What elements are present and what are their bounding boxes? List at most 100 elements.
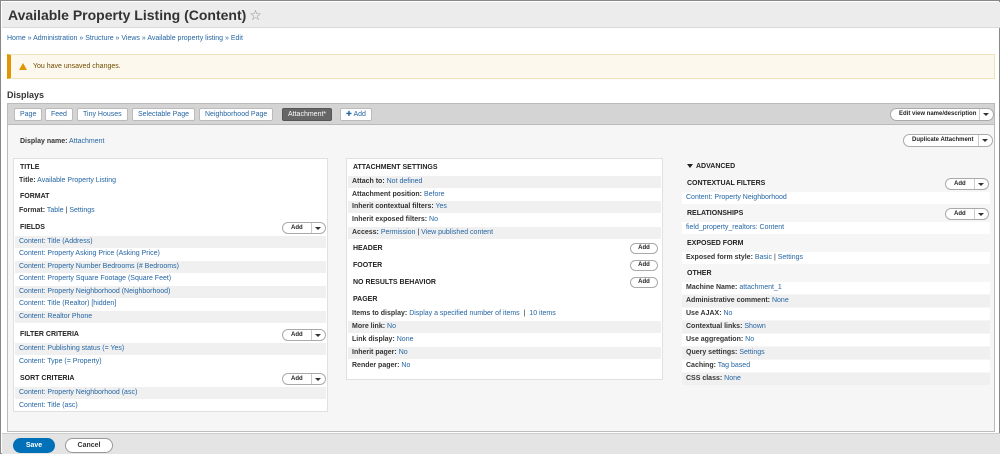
triangle-down-icon bbox=[687, 164, 693, 169]
footer-add-button[interactable]: Add bbox=[630, 260, 658, 271]
contextual-filters-heading: CONTEXTUAL FILTERS bbox=[687, 180, 766, 187]
link-display-row: Link display: None bbox=[352, 336, 414, 343]
header-add-button[interactable]: Add bbox=[630, 243, 658, 254]
tab-attachment[interactable]: Attachment* bbox=[282, 108, 333, 121]
title-bar: Available Property Listing (Content) ☆ bbox=[2, 2, 1000, 28]
admin-comment-row: Administrative comment: None bbox=[682, 295, 990, 307]
machine-name-link[interactable]: attachment_1 bbox=[739, 284, 781, 291]
duplicate-label: Duplicate Attachment bbox=[912, 137, 974, 143]
admin-comment-link[interactable]: None bbox=[772, 297, 789, 304]
inherit-contextual-link[interactable]: Yes bbox=[436, 203, 447, 210]
inherit-pager-value[interactable]: No bbox=[399, 349, 408, 356]
chevron-down-icon bbox=[978, 213, 984, 216]
exposed-form-row: Exposed form style: Basic | Settings bbox=[682, 252, 990, 264]
edit-view-label: Edit view name/description bbox=[899, 111, 977, 117]
field-item[interactable]: Content: Property Square Footage (Square… bbox=[15, 273, 326, 285]
exposed-form-heading: EXPOSED FORM bbox=[687, 240, 744, 247]
save-button[interactable]: Save bbox=[13, 438, 55, 453]
warning-message: You have unsaved changes. bbox=[7, 54, 995, 79]
chevron-down-icon bbox=[315, 334, 321, 337]
format-row: Format: Table | Settings bbox=[19, 207, 95, 214]
attach-to-row: Attach to: Not defined bbox=[348, 176, 661, 188]
right-column: ADVANCED CONTEXTUAL FILTERS Add Content:… bbox=[680, 158, 992, 385]
chevron-down-icon bbox=[315, 227, 321, 230]
filter-item[interactable]: Content: Type (= Property) bbox=[15, 356, 326, 368]
field-item[interactable]: Content: Title (Address) bbox=[15, 236, 326, 248]
form-actions: Save Cancel bbox=[2, 433, 1000, 454]
use-aggregation-row: Use aggregation: No bbox=[682, 334, 990, 346]
left-column: TITLE Title: Available Property Listing … bbox=[13, 158, 328, 412]
contextual-links-link[interactable]: Shown bbox=[744, 323, 765, 330]
inherit-exposed-row: Inherit exposed filters: No bbox=[352, 216, 438, 223]
render-pager-value[interactable]: No bbox=[401, 362, 410, 369]
items-count-link[interactable]: 10 items bbox=[529, 310, 555, 317]
caching-link[interactable]: Tag based bbox=[718, 362, 750, 369]
field-item[interactable]: Content: Title (Realtor) [hidden] bbox=[15, 298, 326, 310]
chevron-down-icon[interactable] bbox=[983, 113, 989, 116]
advanced-toggle[interactable]: ADVANCED bbox=[687, 163, 735, 170]
more-link-row: More link: No bbox=[348, 321, 661, 333]
display-name-label: Display name: bbox=[20, 138, 68, 145]
contextual-filter-item[interactable]: Content: Property Neighborhood bbox=[682, 192, 990, 204]
query-settings-link[interactable]: Settings bbox=[739, 349, 764, 356]
access-link[interactable]: Permission bbox=[381, 229, 416, 236]
relationships-add-button[interactable]: Add bbox=[945, 208, 989, 220]
displays-heading: Displays bbox=[7, 90, 45, 100]
field-item[interactable]: Content: Property Neighborhood (Neighbor… bbox=[15, 286, 326, 298]
duplicate-attachment-button[interactable]: Duplicate Attachment bbox=[903, 134, 993, 147]
warning-icon bbox=[19, 63, 27, 70]
warning-text: You have unsaved changes. bbox=[33, 63, 121, 70]
more-link-value[interactable]: No bbox=[387, 323, 396, 330]
filter-add-button[interactable]: Add bbox=[282, 329, 326, 341]
tab-page[interactable]: Page bbox=[14, 108, 43, 121]
items-to-display-link[interactable]: Display a specified number of items bbox=[409, 310, 520, 317]
display-name-link[interactable]: Attachment bbox=[69, 138, 104, 145]
no-results-section-heading: NO RESULTS BEHAVIOR bbox=[353, 279, 436, 286]
access-settings-link[interactable]: View published content bbox=[421, 229, 493, 236]
tab-feed[interactable]: Feed bbox=[45, 108, 73, 121]
tab-neighborhood-page[interactable]: Neighborhood Page bbox=[199, 108, 274, 121]
add-display-label: Add bbox=[353, 111, 366, 118]
link-display-value[interactable]: None bbox=[397, 336, 414, 343]
attachment-position-row: Attachment position: Before bbox=[352, 191, 445, 198]
sort-add-button[interactable]: Add bbox=[282, 373, 326, 385]
displays-tabs: Page Feed Tiny Houses Selectable Page Ne… bbox=[7, 103, 995, 125]
contextual-add-button[interactable]: Add bbox=[945, 178, 989, 190]
field-item[interactable]: Content: Property Asking Price (Asking P… bbox=[15, 248, 326, 260]
relationship-item[interactable]: field_property_realtors: Content bbox=[682, 222, 990, 234]
header-section-heading: HEADER bbox=[353, 245, 383, 252]
breadcrumb[interactable]: Home » Administration » Structure » View… bbox=[7, 35, 243, 42]
format-link[interactable]: Table bbox=[47, 207, 64, 214]
attach-to-link[interactable]: Not defined bbox=[387, 178, 423, 185]
exposed-form-style-link[interactable]: Basic bbox=[755, 254, 772, 261]
filter-section-heading: FILTER CRITERIA bbox=[20, 331, 79, 338]
title-section-heading: TITLE bbox=[20, 164, 40, 171]
star-icon[interactable]: ☆ bbox=[249, 7, 262, 23]
use-aggregation-link[interactable]: No bbox=[745, 336, 754, 343]
items-to-display-row: Items to display: Display a specified nu… bbox=[352, 310, 556, 317]
chevron-down-icon bbox=[315, 378, 321, 381]
add-display-button[interactable]: ✚ Add bbox=[340, 108, 372, 121]
attachment-position-link[interactable]: Before bbox=[424, 191, 445, 198]
contextual-links-row: Contextual links: Shown bbox=[682, 321, 990, 333]
css-class-link[interactable]: None bbox=[724, 375, 741, 382]
inherit-exposed-link[interactable]: No bbox=[429, 216, 438, 223]
render-pager-row: Render pager: No bbox=[352, 362, 411, 369]
sort-item[interactable]: Content: Property Neighborhood (asc) bbox=[15, 387, 326, 399]
exposed-form-settings-link[interactable]: Settings bbox=[778, 254, 803, 261]
chevron-down-icon[interactable] bbox=[982, 139, 988, 142]
filter-item[interactable]: Content: Publishing status (= Yes) bbox=[15, 343, 326, 355]
no-results-add-button[interactable]: Add bbox=[630, 277, 658, 288]
fields-add-button[interactable]: Add bbox=[282, 222, 326, 234]
tab-tiny-houses[interactable]: Tiny Houses bbox=[77, 108, 128, 121]
edit-view-name-button[interactable]: Edit view name/description bbox=[890, 108, 994, 121]
format-settings-link[interactable]: Settings bbox=[69, 207, 94, 214]
tab-selectable-page[interactable]: Selectable Page bbox=[132, 108, 195, 121]
title-row[interactable]: Title: Available Property Listing bbox=[15, 175, 326, 187]
field-item[interactable]: Content: Property Number Bedrooms (# Bed… bbox=[15, 261, 326, 273]
sort-item[interactable]: Content: Title (asc) bbox=[15, 400, 326, 412]
cancel-button[interactable]: Cancel bbox=[65, 438, 113, 453]
use-ajax-link[interactable]: No bbox=[723, 310, 732, 317]
caching-row: Caching: Tag based bbox=[682, 360, 990, 372]
field-item[interactable]: Content: Realtor Phone bbox=[15, 311, 326, 323]
